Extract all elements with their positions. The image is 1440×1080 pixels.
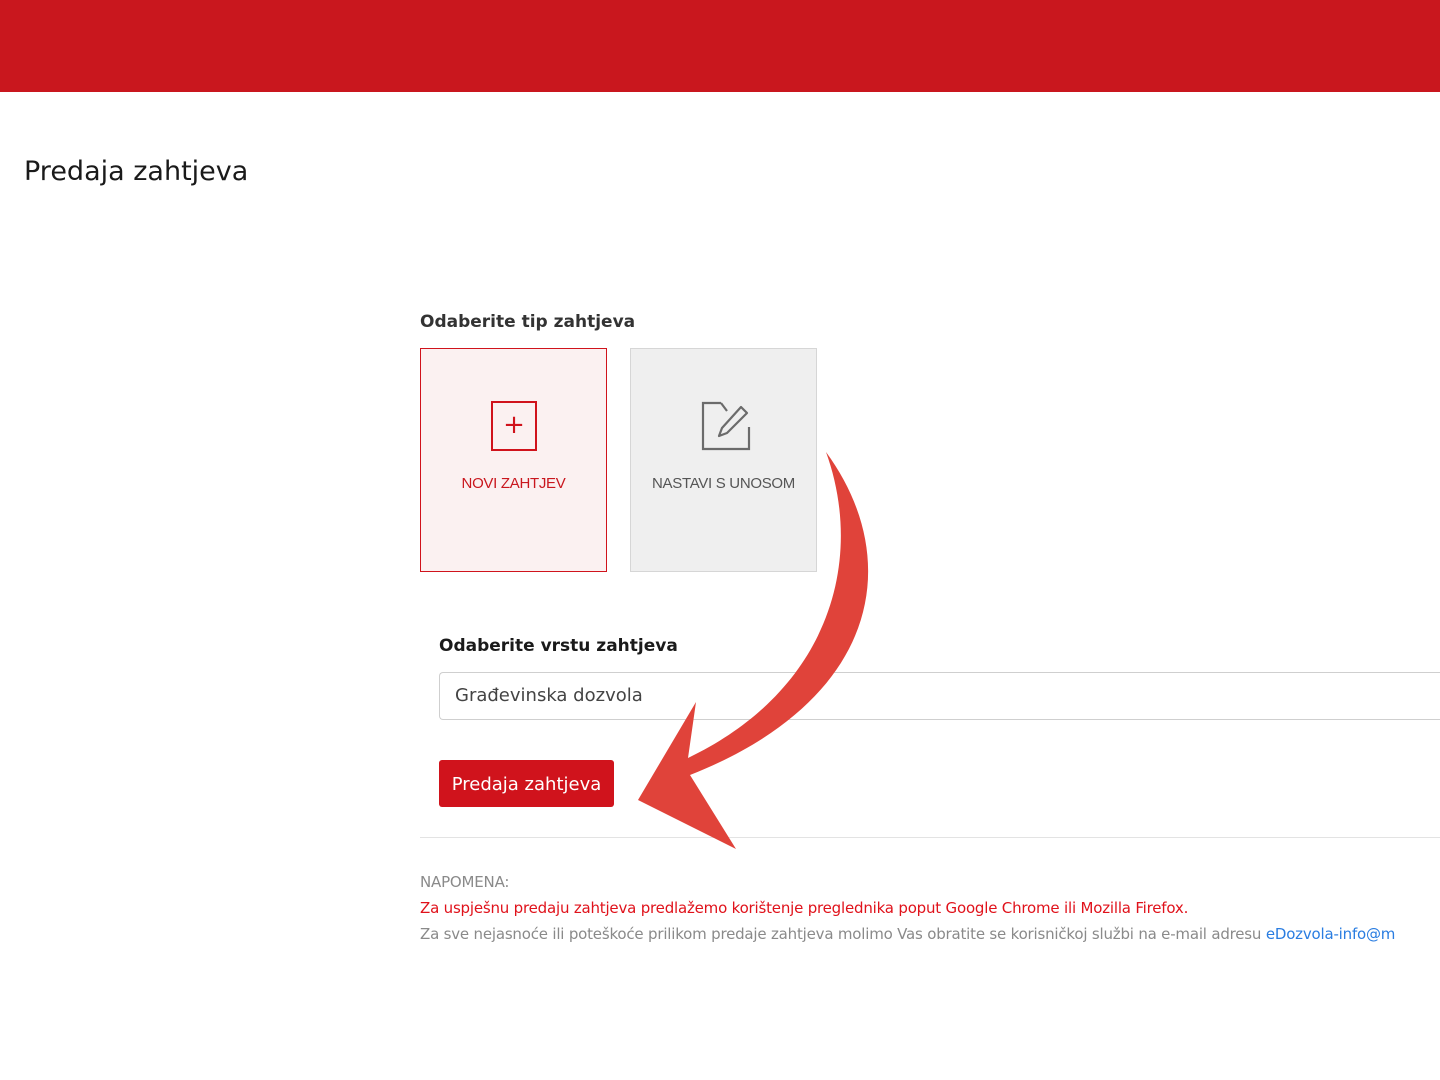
request-kind-select[interactable]: Građevinska dozvola [439, 672, 1440, 720]
page-title: Predaja zahtjeva [24, 156, 249, 187]
note-title: NAPOMENA: [420, 873, 510, 891]
header-bar [0, 0, 1440, 92]
edit-document-icon [701, 401, 751, 451]
continue-entry-label: NASTAVI S UNOSOM [652, 475, 795, 492]
submit-request-button[interactable]: Predaja zahtjeva [439, 760, 614, 807]
request-type-label: Odaberite tip zahtjeva [420, 312, 636, 332]
divider [420, 837, 1440, 838]
plus-square-icon: + [491, 401, 537, 451]
note-support-message: Za sve nejasnoće ili poteškoće prilikom … [420, 925, 1266, 943]
note-browser-recommendation: Za uspješnu predaju zahtjeva predlažemo … [420, 899, 1189, 917]
new-request-tile[interactable]: + NOVI ZAHTJEV [420, 348, 607, 572]
note-support-text: Za sve nejasnoće ili poteškoće prilikom … [420, 925, 1440, 943]
request-kind-label: Odaberite vrstu zahtjeva [439, 636, 678, 656]
support-email-link[interactable]: eDozvola-info@m [1266, 925, 1396, 943]
new-request-label: NOVI ZAHTJEV [461, 475, 566, 492]
continue-entry-tile[interactable]: NASTAVI S UNOSOM [630, 348, 817, 572]
